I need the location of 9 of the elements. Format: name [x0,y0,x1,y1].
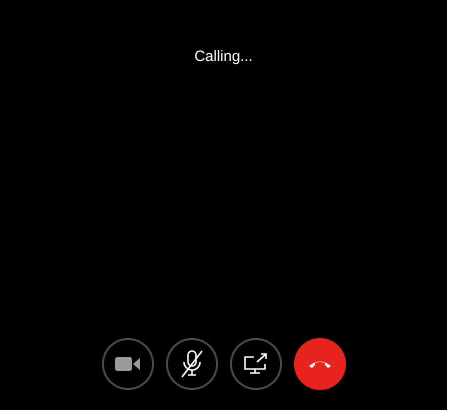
call-status: Calling... [194,48,253,65]
hang-up-button[interactable] [294,338,346,390]
microphone-button[interactable] [166,338,218,390]
video-camera-icon [114,356,140,372]
camera-button[interactable] [102,338,154,390]
muted-microphone-icon [178,349,204,379]
monitor-arrow-icon [242,352,268,376]
share-screen-button[interactable] [230,338,282,390]
phone-icon [308,359,332,369]
